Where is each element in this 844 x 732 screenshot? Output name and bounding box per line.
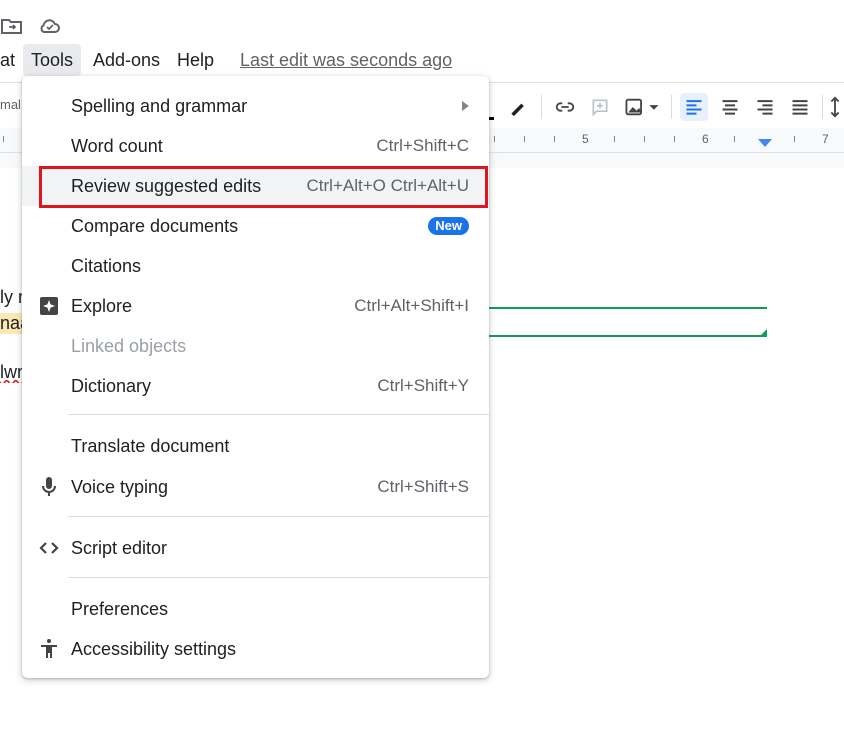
move-to-folder-icon[interactable] <box>0 14 24 38</box>
menu-item-shortcut: Ctrl+Shift+S <box>377 477 469 496</box>
menu-help[interactable]: Help <box>169 44 222 76</box>
ruler-tick <box>614 136 615 142</box>
annotation-highlight-box <box>39 166 488 208</box>
ruler-tick <box>524 136 525 142</box>
menu-item-label: Explore <box>71 296 133 316</box>
cloud-saved-icon[interactable] <box>38 14 62 38</box>
line-spacing-icon[interactable] <box>826 93 844 121</box>
menu-item-script-editor[interactable]: Script editor <box>22 528 489 568</box>
menu-item-label: Dictionary <box>71 376 152 396</box>
right-indent-marker[interactable] <box>758 139 772 147</box>
menu-item-explore[interactable]: Explore Ctrl+Alt+Shift+I <box>22 286 489 326</box>
menu-item-shortcut: Ctrl+Shift+Y <box>377 376 469 395</box>
microphone-icon <box>37 475 61 499</box>
insert-image-icon[interactable] <box>620 93 664 121</box>
menu-item-shortcut: Ctrl+Alt+Shift+I <box>354 296 469 315</box>
menu-tools[interactable]: Tools <box>23 44 82 76</box>
doc-text-fragment: ly r <box>0 287 22 307</box>
accessibility-icon <box>37 637 61 661</box>
suggestion-line <box>489 335 767 337</box>
menu-item-citations[interactable]: Citations <box>22 246 489 286</box>
menu-item-label: Accessibility settings <box>71 639 237 659</box>
menu-item-dictionary[interactable]: Dictionary Ctrl+Shift+Y <box>22 366 489 406</box>
menu-item-compare-documents[interactable]: Compare documents New <box>22 206 489 246</box>
toolbar-divider <box>541 95 542 119</box>
menu-item-voice-typing[interactable]: Voice typing Ctrl+Shift+S <box>22 467 489 507</box>
highlight-color-icon[interactable] <box>504 93 532 121</box>
ruler-tick <box>3 136 4 142</box>
explore-icon <box>37 294 61 318</box>
last-edit-link[interactable]: Last edit was seconds ago <box>240 44 452 76</box>
menu-separator <box>68 516 489 517</box>
menu-bar: at Tools Add-ons Help Last edit was seco… <box>0 44 844 78</box>
menu-item-label: Translate document <box>71 436 230 456</box>
ruler-number: 7 <box>822 132 829 146</box>
menu-item-label: Compare documents <box>71 216 239 236</box>
ruler-tick <box>734 136 735 142</box>
doc-text-fragment: lwr <box>0 362 22 382</box>
menu-item-linked-objects: Linked objects <box>22 326 489 366</box>
toolbar-divider <box>822 95 823 119</box>
ruler-tick <box>794 136 795 142</box>
align-center-icon[interactable] <box>716 93 744 121</box>
menu-item-label: Script editor <box>71 538 168 558</box>
add-comment-icon[interactable] <box>586 93 614 121</box>
ruler-number: 5 <box>582 132 589 146</box>
toolbar-divider <box>671 95 672 119</box>
menu-addons[interactable]: Add-ons <box>85 44 168 76</box>
menu-format[interactable]: at <box>0 44 23 76</box>
submenu-arrow-icon <box>462 101 469 111</box>
menu-item-spelling-grammar[interactable]: Spelling and grammar <box>22 86 489 126</box>
code-icon <box>37 536 61 560</box>
menu-item-label: Citations <box>71 256 142 276</box>
suggestion-corner-marker <box>761 329 767 335</box>
align-right-icon[interactable] <box>751 93 779 121</box>
doc-text-fragment: naa <box>0 313 22 334</box>
menu-separator <box>68 577 489 578</box>
menu-item-translate-document[interactable]: Translate document <box>22 426 489 466</box>
menu-item-shortcut: Ctrl+Shift+C <box>376 136 469 155</box>
menu-item-accessibility-settings[interactable]: Accessibility settings <box>22 629 489 669</box>
align-left-icon[interactable] <box>680 93 708 121</box>
menu-item-word-count[interactable]: Word count Ctrl+Shift+C <box>22 126 489 166</box>
menu-item-label: Voice typing <box>71 477 169 497</box>
ruler-tick <box>674 136 675 142</box>
menu-item-label: Preferences <box>71 599 169 619</box>
menu-item-preferences[interactable]: Preferences <box>22 589 489 629</box>
ruler-tick <box>494 136 495 142</box>
menu-item-label: Word count <box>71 136 163 156</box>
ruler-tick <box>554 136 555 142</box>
menu-separator <box>68 414 489 415</box>
new-badge: New <box>428 217 469 235</box>
ruler-number: 6 <box>702 132 709 146</box>
suggestion-line <box>489 307 767 309</box>
paragraph-style-select[interactable]: mal <box>0 97 21 112</box>
justify-icon[interactable] <box>786 93 814 121</box>
menu-item-label: Spelling and grammar <box>71 96 248 116</box>
menu-item-label: Linked objects <box>71 336 187 356</box>
ruler-tick <box>644 136 645 142</box>
insert-link-icon[interactable] <box>551 93 579 121</box>
